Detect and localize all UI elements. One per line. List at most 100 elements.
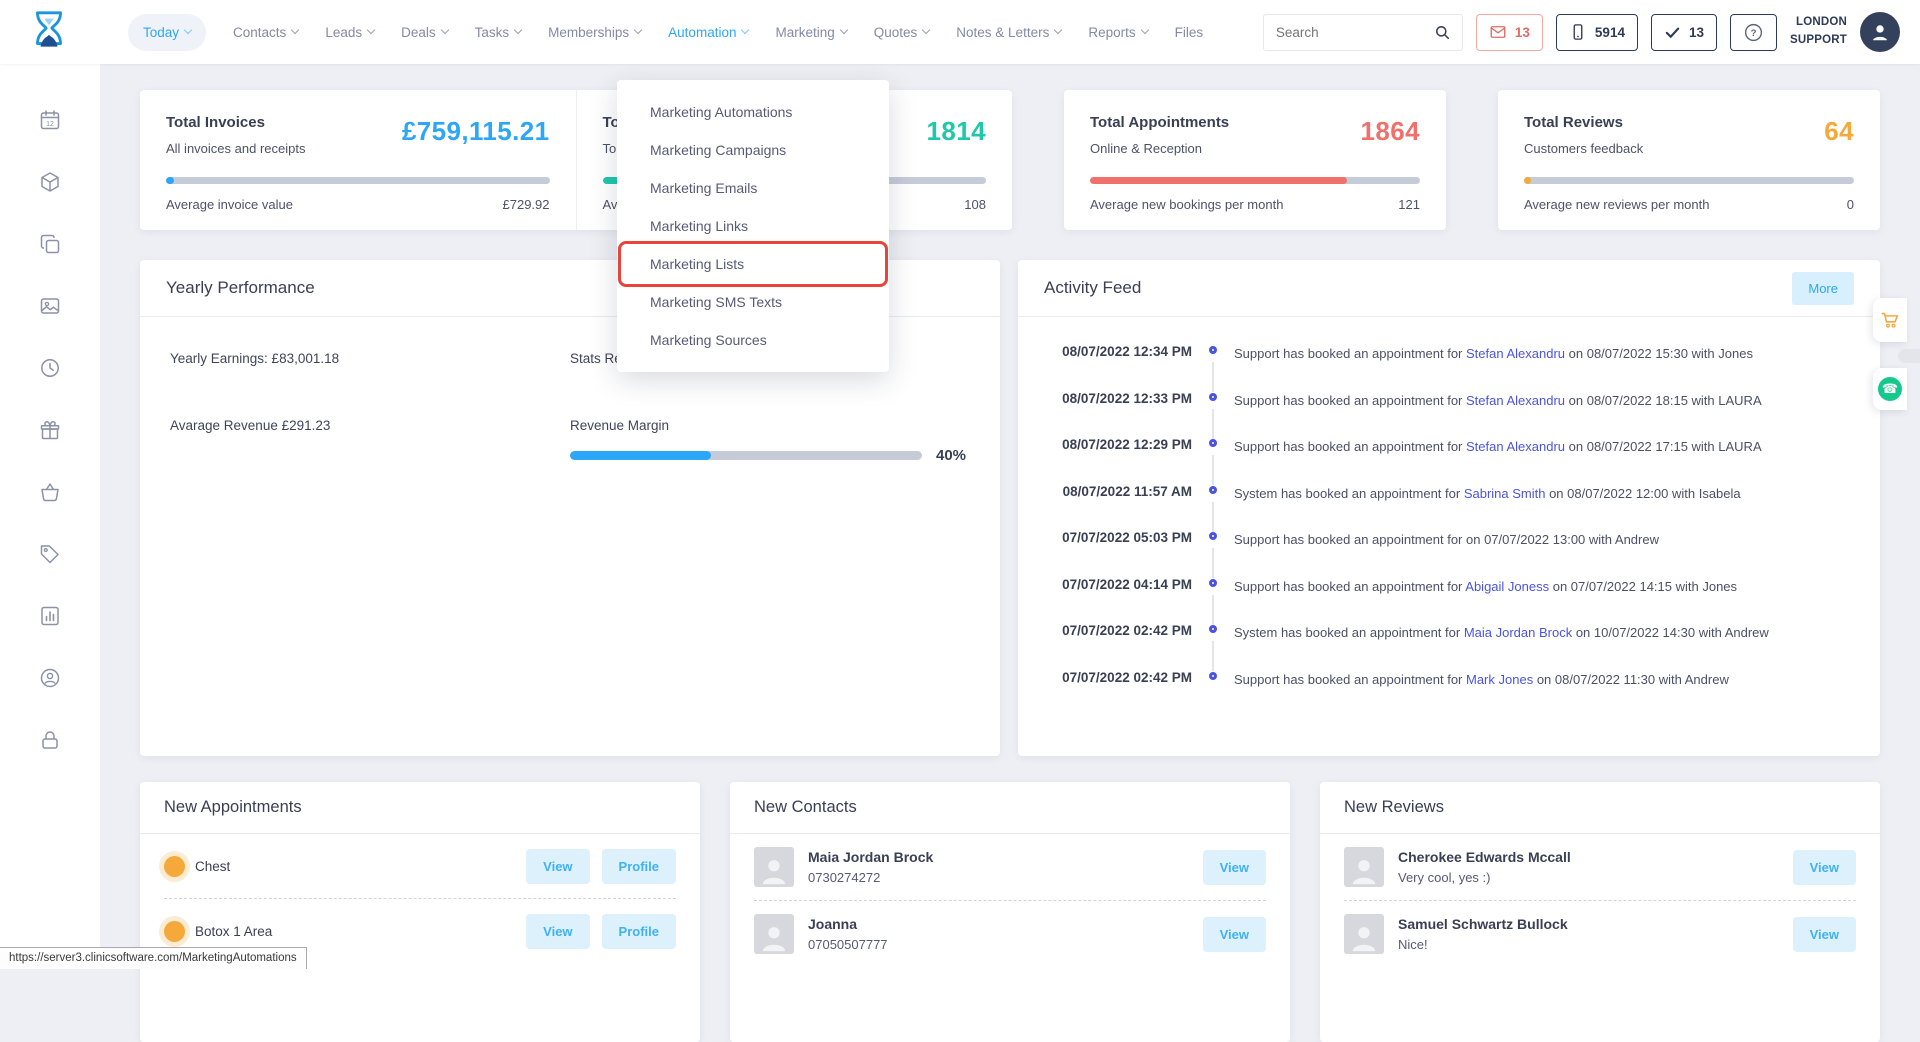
more-button[interactable]: More: [1792, 272, 1854, 305]
revenue-margin-label: Revenue Margin: [570, 418, 970, 433]
profile-button[interactable]: Profile: [602, 849, 676, 884]
chart-icon[interactable]: [38, 604, 62, 628]
search-icon[interactable]: [1433, 23, 1452, 42]
menu-item-marketing-lists[interactable]: Marketing Lists: [617, 245, 889, 283]
nav-item-leads[interactable]: Leads: [325, 25, 374, 40]
search-input[interactable]: [1274, 24, 1433, 41]
contact-name: Joanna: [808, 916, 888, 932]
view-button[interactable]: View: [1203, 917, 1266, 952]
lock-icon[interactable]: [38, 728, 62, 752]
nav-item-marketing[interactable]: Marketing: [775, 25, 846, 40]
view-button[interactable]: View: [1793, 917, 1856, 952]
basket-icon[interactable]: [38, 480, 62, 504]
panel-title: Yearly Performance: [166, 278, 315, 298]
nav-item-automation[interactable]: Automation: [668, 25, 748, 40]
person-icon: [1867, 19, 1893, 45]
contact-link[interactable]: Maia Jordan Brock: [1464, 625, 1572, 640]
chevron-down-icon: [440, 26, 448, 34]
phone-calls-button[interactable]: 5914: [1556, 14, 1638, 51]
activity-item: 07/07/2022 04:14 PM Support has booked a…: [1042, 577, 1852, 624]
copy-icon[interactable]: [38, 232, 62, 256]
activity-time: 07/07/2022 02:42 PM: [1042, 670, 1192, 685]
contact-link[interactable]: Mark Jones: [1466, 672, 1533, 687]
view-button[interactable]: View: [1203, 850, 1266, 885]
view-button[interactable]: View: [526, 849, 589, 884]
avatar: [754, 914, 794, 954]
topbar-right: 13 5914 13 ? LONDON SUPPORT: [1263, 12, 1900, 52]
stat-subtitle: All invoices and receipts: [166, 141, 305, 156]
review-text: Nice!: [1398, 937, 1568, 952]
nav-item-reports[interactable]: Reports: [1088, 25, 1147, 40]
location-line2: SUPPORT: [1790, 32, 1847, 50]
stat-footer-value: 0: [1847, 197, 1854, 212]
activity-feed-list: 08/07/2022 12:34 PM Support has booked a…: [1018, 317, 1880, 716]
activity-feed-panel: Activity Feed More 08/07/2022 12:34 PM S…: [1018, 260, 1880, 756]
menu-item-marketing-sms-texts[interactable]: Marketing SMS Texts: [617, 283, 889, 321]
contact-row: Joanna 07050507777 View: [730, 901, 1290, 967]
chevron-down-icon: [1054, 26, 1062, 34]
call-widget-button[interactable]: ☎: [1873, 368, 1907, 410]
view-button[interactable]: View: [526, 914, 589, 949]
contact-link[interactable]: Stefan Alexandru: [1466, 393, 1565, 408]
nav-item-quotes[interactable]: Quotes: [874, 25, 930, 40]
stat-subtitle: Online & Reception: [1090, 141, 1229, 156]
cart-widget-button[interactable]: [1873, 298, 1907, 342]
timeline-marker-icon: [1192, 670, 1234, 680]
review-row: Cherokee Edwards Mccall Very cool, yes :…: [1320, 834, 1880, 900]
stat-value: 1814: [927, 116, 986, 147]
view-button[interactable]: View: [1793, 850, 1856, 885]
stat-title: Total Reviews: [1524, 114, 1643, 131]
activity-text-post: on 08/07/2022 11:30 with Andrew: [1533, 672, 1729, 687]
review-text: Very cool, yes :): [1398, 870, 1571, 885]
stat-footer-label: Average new reviews per month: [1524, 197, 1709, 212]
contact-link[interactable]: Stefan Alexandru: [1466, 346, 1565, 361]
profile-button[interactable]: Profile: [602, 914, 676, 949]
menu-item-marketing-emails[interactable]: Marketing Emails: [617, 169, 889, 207]
svg-text:?: ?: [1751, 28, 1757, 39]
nav-item-memberships[interactable]: Memberships: [548, 25, 641, 40]
tag-icon[interactable]: [38, 542, 62, 566]
nav-item-contacts[interactable]: Contacts: [233, 25, 298, 40]
nav-item-deals[interactable]: Deals: [401, 25, 448, 40]
contact-row: Maia Jordan Brock 0730274272 View: [730, 834, 1290, 900]
menu-item-marketing-campaigns[interactable]: Marketing Campaigns: [617, 131, 889, 169]
location-label: LONDON SUPPORT: [1790, 14, 1847, 50]
contact-link[interactable]: Stefan Alexandru: [1466, 439, 1565, 454]
menu-item-marketing-automations[interactable]: Marketing Automations: [617, 93, 889, 131]
activity-item: 07/07/2022 02:42 PM System has booked an…: [1042, 623, 1852, 670]
gift-icon[interactable]: [38, 418, 62, 442]
help-button[interactable]: ?: [1730, 14, 1777, 51]
mail-notifications-button[interactable]: 13: [1476, 14, 1543, 51]
history-icon[interactable]: [38, 356, 62, 380]
activity-text: Support has booked an appointment for St…: [1234, 437, 1762, 454]
nav-label: Files: [1175, 25, 1204, 40]
stat-title: Total Invoices: [166, 114, 305, 131]
activity-text: System has booked an appointment for Sab…: [1234, 484, 1741, 501]
photo-icon[interactable]: [38, 294, 62, 318]
collapsed-widget-handle[interactable]: [1898, 349, 1920, 363]
activity-text: Support has booked an appointment for St…: [1234, 391, 1762, 408]
menu-item-marketing-sources[interactable]: Marketing Sources: [617, 321, 889, 359]
contact-link[interactable]: Abigail Joness: [1465, 579, 1549, 594]
app-logo-hourglass-icon[interactable]: [26, 9, 72, 55]
user-avatar[interactable]: [1860, 12, 1900, 52]
contact-link[interactable]: Sabrina Smith: [1464, 486, 1546, 501]
check-icon: [1664, 24, 1681, 41]
package-icon[interactable]: [38, 170, 62, 194]
avatar: [754, 847, 794, 887]
stat-subtitle: Customers feedback: [1524, 141, 1643, 156]
nav-item-tasks[interactable]: Tasks: [475, 25, 522, 40]
tasks-done-button[interactable]: 13: [1651, 14, 1717, 51]
nav-item-today[interactable]: Today: [128, 14, 206, 51]
chevron-down-icon: [184, 26, 192, 34]
nav-item-notes-letters[interactable]: Notes & Letters: [956, 25, 1061, 40]
activity-text-pre: Support has booked an appointment for: [1234, 346, 1466, 361]
nav-item-files[interactable]: Files: [1175, 25, 1204, 40]
activity-text-pre: System has booked an appointment for: [1234, 486, 1464, 501]
calendar-icon[interactable]: 12: [38, 108, 62, 132]
nav-label: Marketing: [775, 25, 834, 40]
activity-item: 08/07/2022 12:33 PM Support has booked a…: [1042, 391, 1852, 438]
menu-item-marketing-links[interactable]: Marketing Links: [617, 207, 889, 245]
main-nav: Today Contacts Leads Deals Tasks Members…: [128, 14, 1203, 51]
support-icon[interactable]: [38, 666, 62, 690]
